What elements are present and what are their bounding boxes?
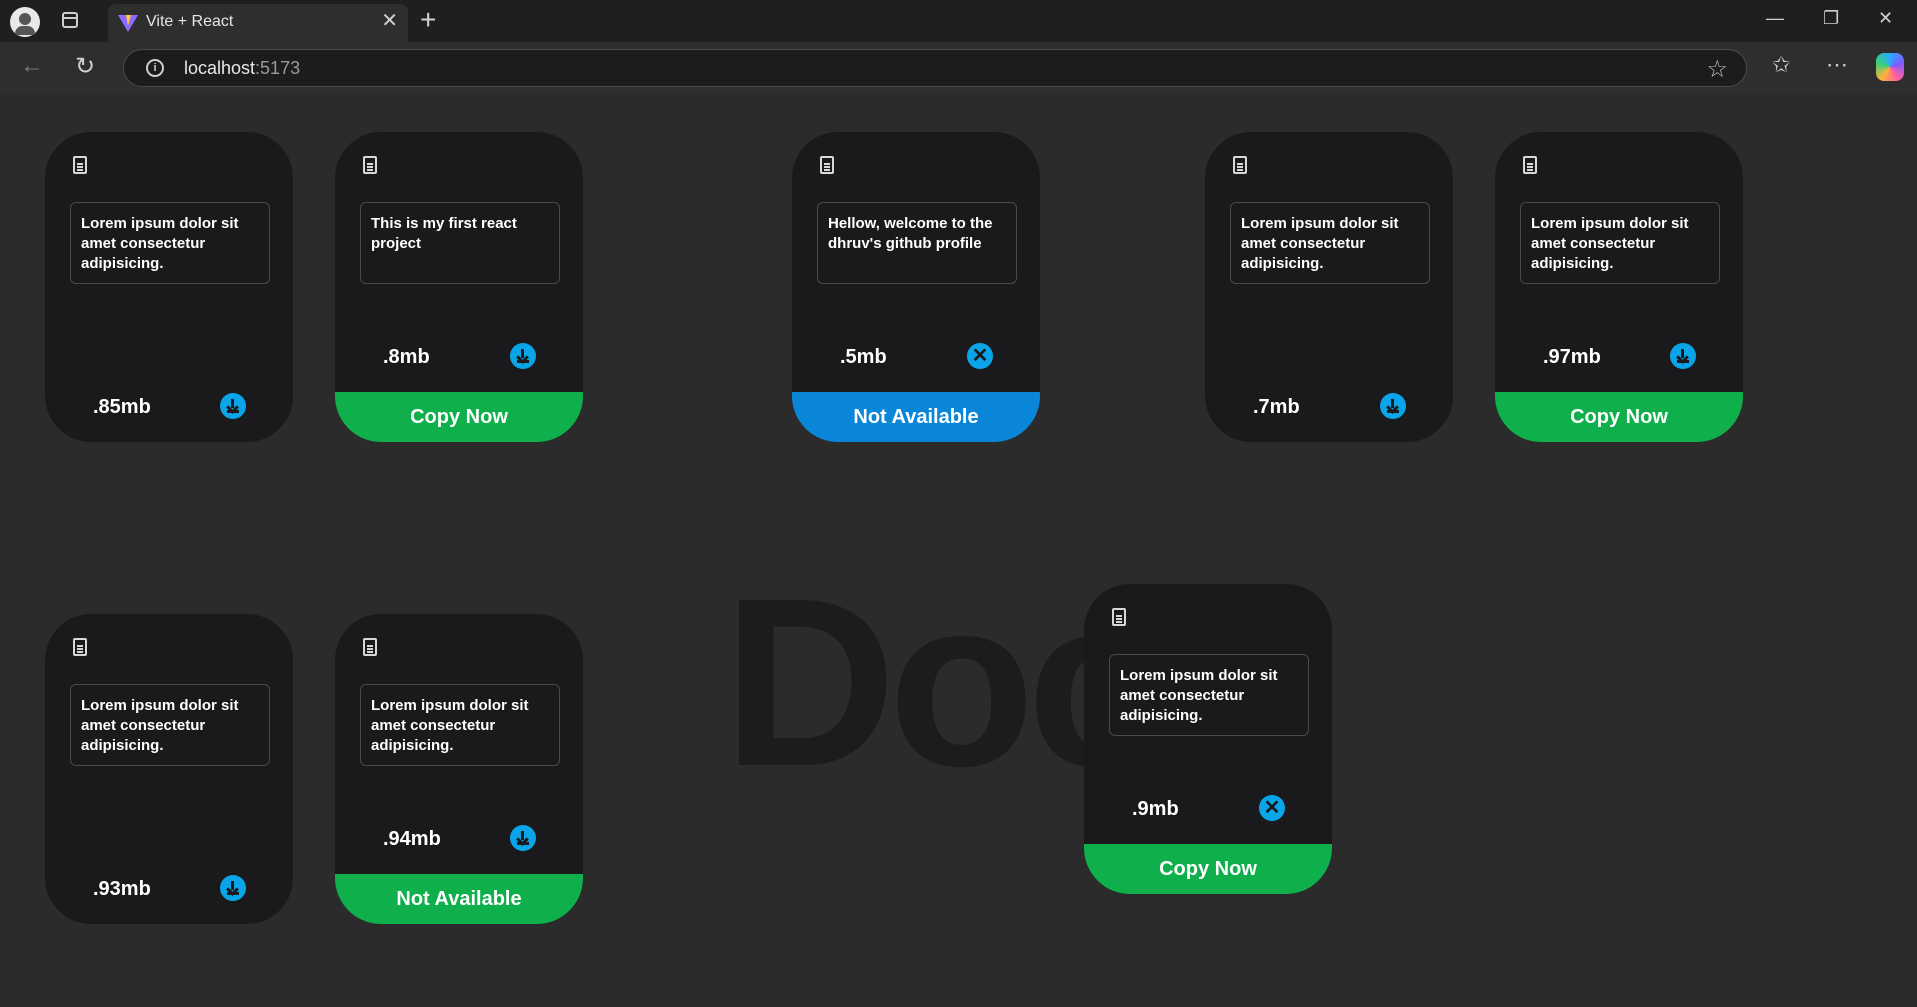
file-icon [1523, 156, 1537, 174]
doc-card[interactable]: This is my first react project .8mb Copy N… [335, 132, 583, 442]
close-window-icon[interactable]: ✕ [1878, 8, 1893, 29]
url-port: :5173 [255, 58, 301, 78]
card-description: Lorem ipsum dolor sit amet consectetur a… [1520, 202, 1720, 284]
doc-card[interactable]: Lorem ipsum dolor sit amet consectetur a… [1084, 584, 1332, 894]
profile-avatar-icon[interactable] [10, 7, 40, 37]
file-icon [820, 156, 834, 174]
file-icon [363, 638, 377, 656]
vite-logo-icon [118, 15, 138, 32]
back-arrow-icon[interactable]: ← [20, 52, 44, 80]
doc-card[interactable]: Lorem ipsum dolor sit amet consectetur a… [1495, 132, 1743, 442]
close-icon[interactable]: ✕ [967, 343, 993, 369]
card-description: Lorem ipsum dolor sit amet consectetur a… [1230, 202, 1430, 284]
file-icon [363, 156, 377, 174]
download-icon[interactable] [220, 875, 246, 901]
file-icon [1233, 156, 1247, 174]
file-icon [73, 156, 87, 174]
file-size: .97mb [1543, 346, 1601, 368]
url-host: localhost [184, 58, 256, 78]
restore-icon[interactable]: ❐ [1823, 8, 1839, 29]
site-info-icon[interactable]: i [146, 59, 164, 77]
download-icon[interactable] [510, 343, 536, 369]
doc-card[interactable]: Hellow, welcome to the dhruv's github pr… [792, 132, 1040, 442]
minimize-icon[interactable]: — [1766, 8, 1784, 29]
copilot-icon[interactable] [1876, 53, 1904, 81]
file-size: .5mb [840, 346, 887, 368]
doc-card[interactable]: Lorem ipsum dolor sit amet consectetur a… [1205, 132, 1453, 442]
tab-title: Vite + React [146, 13, 234, 30]
card-description: Hellow, welcome to the dhruv's github pr… [817, 202, 1017, 284]
card-tag-button[interactable]: Copy Now [1084, 844, 1332, 894]
file-size: .85mb [93, 396, 151, 418]
more-options-icon[interactable]: ⋯ [1826, 52, 1848, 78]
card-tag-button[interactable]: Copy Now [1495, 392, 1743, 442]
browser-titlebar: Vite + React ✕ + — ❐ ✕ [0, 0, 1917, 42]
card-description: Lorem ipsum dolor sit amet consectetur a… [360, 684, 560, 766]
file-icon [73, 638, 87, 656]
browser-tab[interactable]: Vite + React ✕ [108, 4, 408, 42]
card-tag-button[interactable]: Not Available [335, 874, 583, 924]
reload-icon[interactable]: ↻ [75, 52, 95, 81]
file-size: .9mb [1132, 798, 1179, 820]
card-description: Lorem ipsum dolor sit amet consectetur a… [1109, 654, 1309, 736]
download-icon[interactable] [510, 825, 536, 851]
download-icon[interactable] [220, 393, 246, 419]
favorites-icon[interactable]: ✩ [1772, 52, 1790, 78]
file-icon [1112, 608, 1126, 626]
card-description: Lorem ipsum dolor sit amet consectetur a… [70, 202, 270, 284]
url-text: localhost:5173 [184, 58, 300, 79]
page-content: Docs Lorem ipsum dolor sit amet consecte… [3, 94, 1914, 1007]
file-size: .94mb [383, 828, 441, 850]
card-description: This is my first react project [360, 202, 560, 284]
browser-toolbar: ← ↻ i localhost:5173 ☆ [0, 42, 1917, 94]
card-tag-button[interactable]: Copy Now [335, 392, 583, 442]
tab-close-icon[interactable]: ✕ [381, 11, 398, 31]
address-bar[interactable]: i localhost:5173 ☆ [123, 49, 1747, 87]
file-size: .93mb [93, 878, 151, 900]
tab-actions-icon[interactable] [62, 12, 78, 28]
doc-card[interactable]: Lorem ipsum dolor sit amet consectetur a… [335, 614, 583, 924]
new-tab-icon[interactable]: + [420, 5, 436, 35]
download-icon[interactable] [1670, 343, 1696, 369]
close-icon[interactable]: ✕ [1259, 795, 1285, 821]
file-size: .7mb [1253, 396, 1300, 418]
doc-card[interactable]: Lorem ipsum dolor sit amet consectetur a… [45, 132, 293, 442]
card-tag-button[interactable]: Not Available [792, 392, 1040, 442]
doc-card[interactable]: Lorem ipsum dolor sit amet consectetur a… [45, 614, 293, 924]
card-description: Lorem ipsum dolor sit amet consectetur a… [70, 684, 270, 766]
favorite-star-icon[interactable]: ☆ [1706, 55, 1728, 84]
download-icon[interactable] [1380, 393, 1406, 419]
file-size: .8mb [383, 346, 430, 368]
